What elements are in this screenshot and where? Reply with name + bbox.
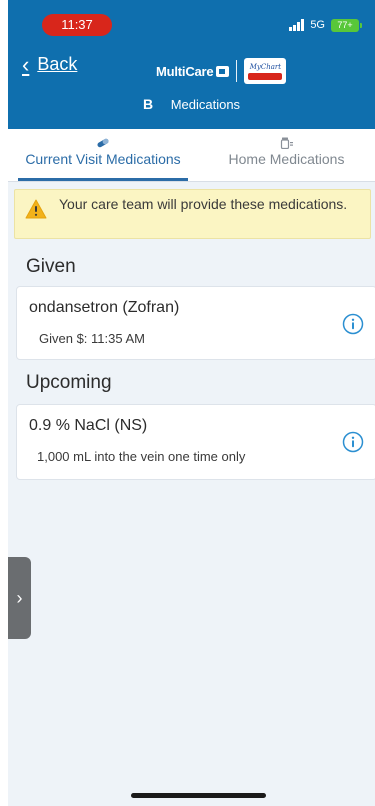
medication-detail: Given $: 11:35 AM bbox=[39, 331, 145, 346]
tab-label: Current Visit Medications bbox=[25, 151, 181, 167]
active-tab-indicator bbox=[18, 178, 188, 181]
mychart-logo: MyChart bbox=[244, 58, 287, 84]
status-indicators: 5G 77+ bbox=[289, 14, 362, 36]
mychart-logo-text: MyChart bbox=[249, 62, 282, 71]
medication-card[interactable]: ondansetron (Zofran) Given $: 11:35 AM bbox=[16, 286, 375, 360]
back-button[interactable]: ‹ Back bbox=[22, 51, 78, 77]
warning-icon bbox=[25, 199, 47, 219]
medication-card[interactable]: 0.9 % NaCl (NS) 1,000 mL into the vein o… bbox=[16, 404, 375, 480]
app-header: 11:37 5G 77+ ‹ Back MultiCare MyChart B … bbox=[8, 0, 375, 129]
tab-current-visit-medications[interactable]: Current Visit Medications bbox=[8, 129, 198, 181]
back-label: Back bbox=[37, 54, 78, 74]
chevron-right-icon: › bbox=[16, 587, 23, 608]
medication-detail: 1,000 mL into the vein one time only bbox=[37, 449, 246, 464]
info-icon[interactable] bbox=[342, 313, 364, 335]
tab-bar: Current Visit Medications Home Medicatio… bbox=[8, 129, 375, 182]
logo-divider bbox=[236, 60, 238, 82]
page-title: B Medications bbox=[8, 96, 375, 112]
phone-screen: 11:37 5G 77+ ‹ Back MultiCare MyChart B … bbox=[8, 0, 375, 806]
banner-text: Your care team will provide these medica… bbox=[59, 196, 348, 212]
network-label: 5G bbox=[310, 19, 325, 31]
tab-label: Home Medications bbox=[228, 151, 345, 167]
chevron-left-icon: ‹ bbox=[22, 51, 30, 77]
status-time: 11:37 bbox=[42, 14, 112, 36]
side-drawer-handle[interactable]: › bbox=[8, 557, 31, 639]
multicare-logo-icon bbox=[216, 65, 230, 77]
section-title-given: Given bbox=[26, 256, 76, 277]
info-icon[interactable] bbox=[342, 431, 364, 453]
medication-name: 0.9 % NaCl (NS) bbox=[29, 417, 148, 434]
brand-name: MultiCare bbox=[156, 63, 214, 79]
brand-logos: MultiCare MyChart bbox=[156, 58, 287, 84]
info-banner: Your care team will provide these medica… bbox=[14, 189, 371, 239]
mychart-logo-bar bbox=[248, 72, 283, 80]
battery-icon: 77+ bbox=[331, 18, 362, 32]
b-icon: B bbox=[142, 96, 154, 112]
pill-icon bbox=[97, 138, 109, 148]
bottle-icon bbox=[280, 137, 293, 149]
signal-icon bbox=[289, 19, 305, 31]
medication-name: ondansetron (Zofran) bbox=[29, 299, 180, 316]
tab-home-medications[interactable]: Home Medications bbox=[198, 129, 375, 181]
section-title-upcoming: Upcoming bbox=[26, 372, 112, 393]
home-indicator[interactable] bbox=[131, 793, 266, 798]
page-title-text: Medications bbox=[170, 97, 241, 112]
